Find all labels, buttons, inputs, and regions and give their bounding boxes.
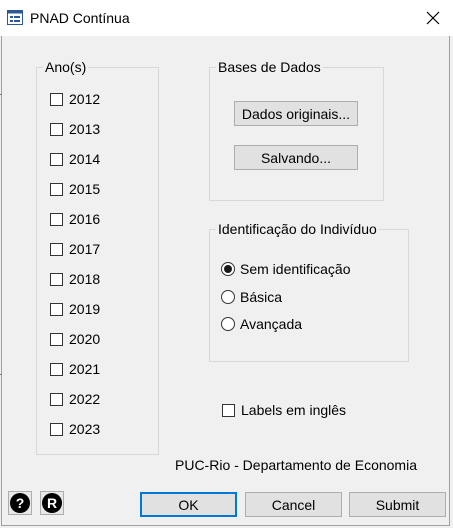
ok-button[interactable]: OK [140, 492, 237, 517]
year-checkbox-2022[interactable] [50, 392, 63, 406]
radio-circle[interactable] [221, 317, 235, 331]
year-checkbox-row-2021[interactable]: 2021 [50, 360, 100, 378]
window-title: PNAD Contínua [30, 10, 130, 26]
year-checkbox-2016[interactable] [50, 212, 63, 226]
year-label: 2016 [69, 211, 101, 227]
year-checkbox-row-2019[interactable]: 2019 [50, 300, 100, 318]
radio-no-identification[interactable]: Sem identificação [221, 260, 351, 278]
labels-english-checkbox-row[interactable]: Labels em inglês [222, 401, 346, 419]
year-label: 2013 [69, 121, 101, 137]
form-window-icon [7, 10, 23, 25]
close-button[interactable] [414, 0, 453, 36]
year-checkbox-row-2020[interactable]: 2020 [50, 330, 100, 348]
help-icon: ? [10, 493, 30, 513]
year-checkbox-row-2017[interactable]: 2017 [50, 240, 100, 258]
year-checkbox-2014[interactable] [50, 152, 63, 166]
r-button[interactable]: R [40, 491, 64, 515]
radio-label: Básica [240, 289, 283, 305]
year-label: 2020 [69, 331, 101, 347]
close-icon [426, 11, 440, 25]
year-checkbox-row-2022[interactable]: 2022 [50, 390, 100, 408]
year-checkbox-row-2023[interactable]: 2023 [50, 420, 100, 438]
year-label: 2021 [69, 361, 101, 377]
year-checkbox-row-2016[interactable]: 2016 [50, 210, 100, 228]
edge-mark [0, 374, 2, 375]
labels-english-label: Labels em inglês [241, 402, 347, 418]
year-label: 2018 [69, 271, 101, 287]
original-data-button[interactable]: Dados originais... [234, 101, 358, 126]
year-label: 2019 [69, 301, 101, 317]
year-checkbox-2017[interactable] [50, 242, 63, 256]
radio-label: Avançada [240, 316, 303, 332]
edge-mark [0, 94, 2, 95]
year-checkbox-2018[interactable] [50, 272, 63, 286]
help-button[interactable]: ? [8, 491, 32, 515]
year-checkbox-row-2012[interactable]: 2012 [50, 90, 100, 108]
bases-legend: Bases de Dados [218, 59, 321, 75]
radio-circle[interactable] [221, 262, 235, 276]
radio-basic[interactable]: Básica [221, 288, 282, 306]
year-label: 2014 [69, 151, 101, 167]
radio-circle[interactable] [221, 290, 235, 304]
years-legend: Ano(s) [45, 59, 87, 75]
year-checkbox-2023[interactable] [50, 422, 63, 436]
year-label: 2022 [69, 391, 101, 407]
credit-text: PUC-Rio - Departamento de Economia [175, 457, 417, 473]
labels-english-checkbox[interactable] [222, 403, 235, 417]
radio-advanced[interactable]: Avançada [221, 315, 302, 333]
year-checkbox-row-2018[interactable]: 2018 [50, 270, 100, 288]
year-checkbox-2020[interactable] [50, 332, 63, 346]
save-data-button[interactable]: Salvando... [234, 145, 358, 170]
bases-group: Bases de Dados [209, 59, 384, 201]
year-label: 2023 [69, 421, 101, 437]
year-checkbox-2015[interactable] [50, 182, 63, 196]
year-checkbox-2013[interactable] [50, 122, 63, 136]
year-checkbox-2012[interactable] [50, 92, 63, 106]
year-label: 2017 [69, 241, 101, 257]
year-checkbox-row-2013[interactable]: 2013 [50, 120, 100, 138]
identification-legend: Identificação do Indivíduo [218, 221, 377, 237]
year-checkbox-row-2014[interactable]: 2014 [50, 150, 100, 168]
submit-button[interactable]: Submit [349, 492, 446, 517]
year-checkbox-2021[interactable] [50, 362, 63, 376]
year-label: 2012 [69, 91, 101, 107]
radio-label: Sem identificação [240, 261, 351, 277]
year-checkbox-row-2015[interactable]: 2015 [50, 180, 100, 198]
year-label: 2015 [69, 181, 101, 197]
cancel-button[interactable]: Cancel [245, 492, 342, 517]
year-checkbox-2019[interactable] [50, 302, 63, 316]
r-icon: R [42, 493, 62, 513]
